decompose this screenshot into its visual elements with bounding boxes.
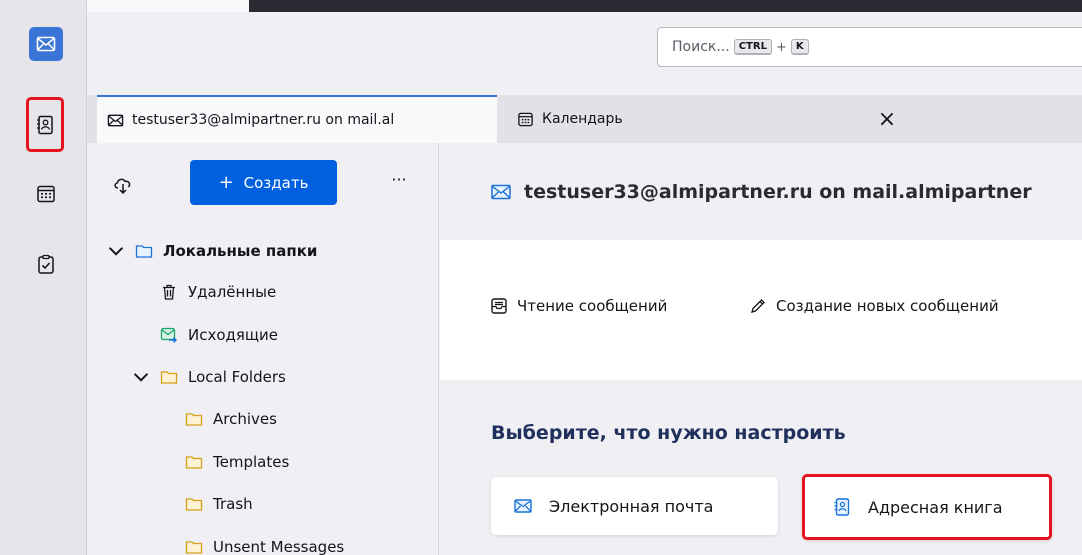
outbox-icon	[160, 327, 177, 343]
folder-icon	[185, 456, 203, 469]
clipboard-check-icon	[38, 254, 54, 274]
account-title: testuser33@almipartner.ru on mail.almipa…	[524, 180, 1032, 203]
spaces-toolbar	[0, 0, 87, 555]
folder-icon	[160, 371, 178, 384]
inbox-read-icon	[491, 298, 507, 314]
setup-email-button[interactable]: Электронная почта	[491, 477, 778, 535]
envelope-icon	[36, 36, 56, 52]
folder-icon	[135, 245, 153, 258]
shortcut-plus: +	[775, 39, 787, 55]
envelope-icon	[491, 184, 511, 199]
tab-calendar-label: Календарь	[542, 111, 623, 127]
account-header: testuser33@almipartner.ru on mail.almipa…	[440, 143, 1082, 240]
pencil-icon	[751, 299, 765, 313]
tab-calendar[interactable]: Календарь	[512, 95, 912, 143]
compose-message-link[interactable]: Создание новых сообщений	[749, 297, 999, 315]
folder-archives[interactable]: Archives	[185, 404, 277, 434]
setup-email-label: Электронная почта	[549, 496, 714, 516]
tab-close-button[interactable]: ×	[872, 95, 902, 143]
setup-section: Выберите, что нужно настроить Электронна…	[440, 380, 1082, 555]
calendar-space-button[interactable]	[29, 177, 63, 211]
folder-unsent[interactable]: Unsent Messages	[185, 532, 344, 555]
address-book-space-button[interactable]	[26, 97, 64, 152]
folder-icon	[185, 413, 203, 426]
chevron-down-icon[interactable]	[132, 368, 150, 386]
create-button-label: Создать	[243, 173, 309, 192]
title-bar-dark-strip	[249, 0, 1082, 12]
calendar-icon	[37, 185, 55, 203]
folder-local-folders[interactable]: Local Folders	[132, 362, 286, 392]
search-placeholder: Поиск...	[672, 39, 730, 55]
folder-label: Trash	[213, 495, 253, 513]
create-button[interactable]: + Создать	[190, 160, 337, 205]
folder-label: Локальные папки	[163, 242, 318, 260]
folder-templates[interactable]: Templates	[185, 447, 289, 477]
folder-deleted[interactable]: Удалённые	[160, 277, 276, 307]
tab-fade	[457, 97, 497, 143]
address-book-icon	[834, 498, 850, 516]
read-messages-link[interactable]: Чтение сообщений	[490, 297, 667, 315]
folder-outbox[interactable]: Исходящие	[160, 320, 278, 350]
account-central-pane: testuser33@almipartner.ru on mail.almipa…	[440, 143, 1082, 555]
envelope-icon	[107, 114, 124, 126]
folder-pane-header: + Создать ···	[87, 143, 439, 233]
folder-label: Local Folders	[188, 368, 286, 386]
folder-trash[interactable]: Trash	[185, 489, 253, 519]
folder-icon	[185, 541, 203, 554]
folder-label: Удалённые	[188, 283, 277, 301]
plus-icon: +	[218, 172, 234, 193]
folder-icon	[185, 498, 203, 511]
folder-label: Исходящие	[188, 326, 279, 344]
search-input[interactable]: Поиск... CTRL + K	[657, 27, 1082, 67]
mail-space-button[interactable]	[29, 27, 63, 61]
calendar-icon	[518, 112, 533, 126]
more-options-button[interactable]: ···	[387, 170, 411, 194]
folder-label: Templates	[213, 453, 290, 471]
actions-row: Чтение сообщений Создание новых сообщени…	[440, 240, 1082, 380]
setup-address-book-label: Адресная книга	[868, 497, 1003, 517]
envelope-icon	[514, 499, 532, 513]
folder-pane: + Создать ··· Локальные папки Удалённые …	[87, 143, 439, 555]
tab-account[interactable]: testuser33@almipartner.ru on mail.al	[97, 95, 497, 143]
setup-address-book-button[interactable]: Адресная книга	[802, 474, 1052, 540]
shortcut-ctrl-key: CTRL	[733, 39, 772, 55]
tab-account-label: testuser33@almipartner.ru on mail.al	[132, 112, 395, 128]
chevron-down-icon[interactable]	[107, 242, 125, 260]
setup-title: Выберите, что нужно настроить	[491, 422, 846, 444]
compose-message-label: Создание новых сообщений	[776, 297, 999, 315]
tasks-space-button[interactable]	[29, 247, 63, 281]
shortcut-k-key: K	[790, 39, 809, 55]
read-messages-label: Чтение сообщений	[517, 297, 668, 315]
folder-label: Unsent Messages	[213, 538, 345, 555]
trash-icon	[163, 284, 175, 300]
folder-local-root[interactable]: Локальные папки	[107, 236, 317, 266]
address-book-icon	[37, 115, 53, 134]
tab-bar: testuser33@almipartner.ru on mail.al Кал…	[87, 95, 1082, 143]
cloud-download-icon[interactable]	[111, 173, 135, 197]
folder-label: Archives	[213, 410, 277, 428]
